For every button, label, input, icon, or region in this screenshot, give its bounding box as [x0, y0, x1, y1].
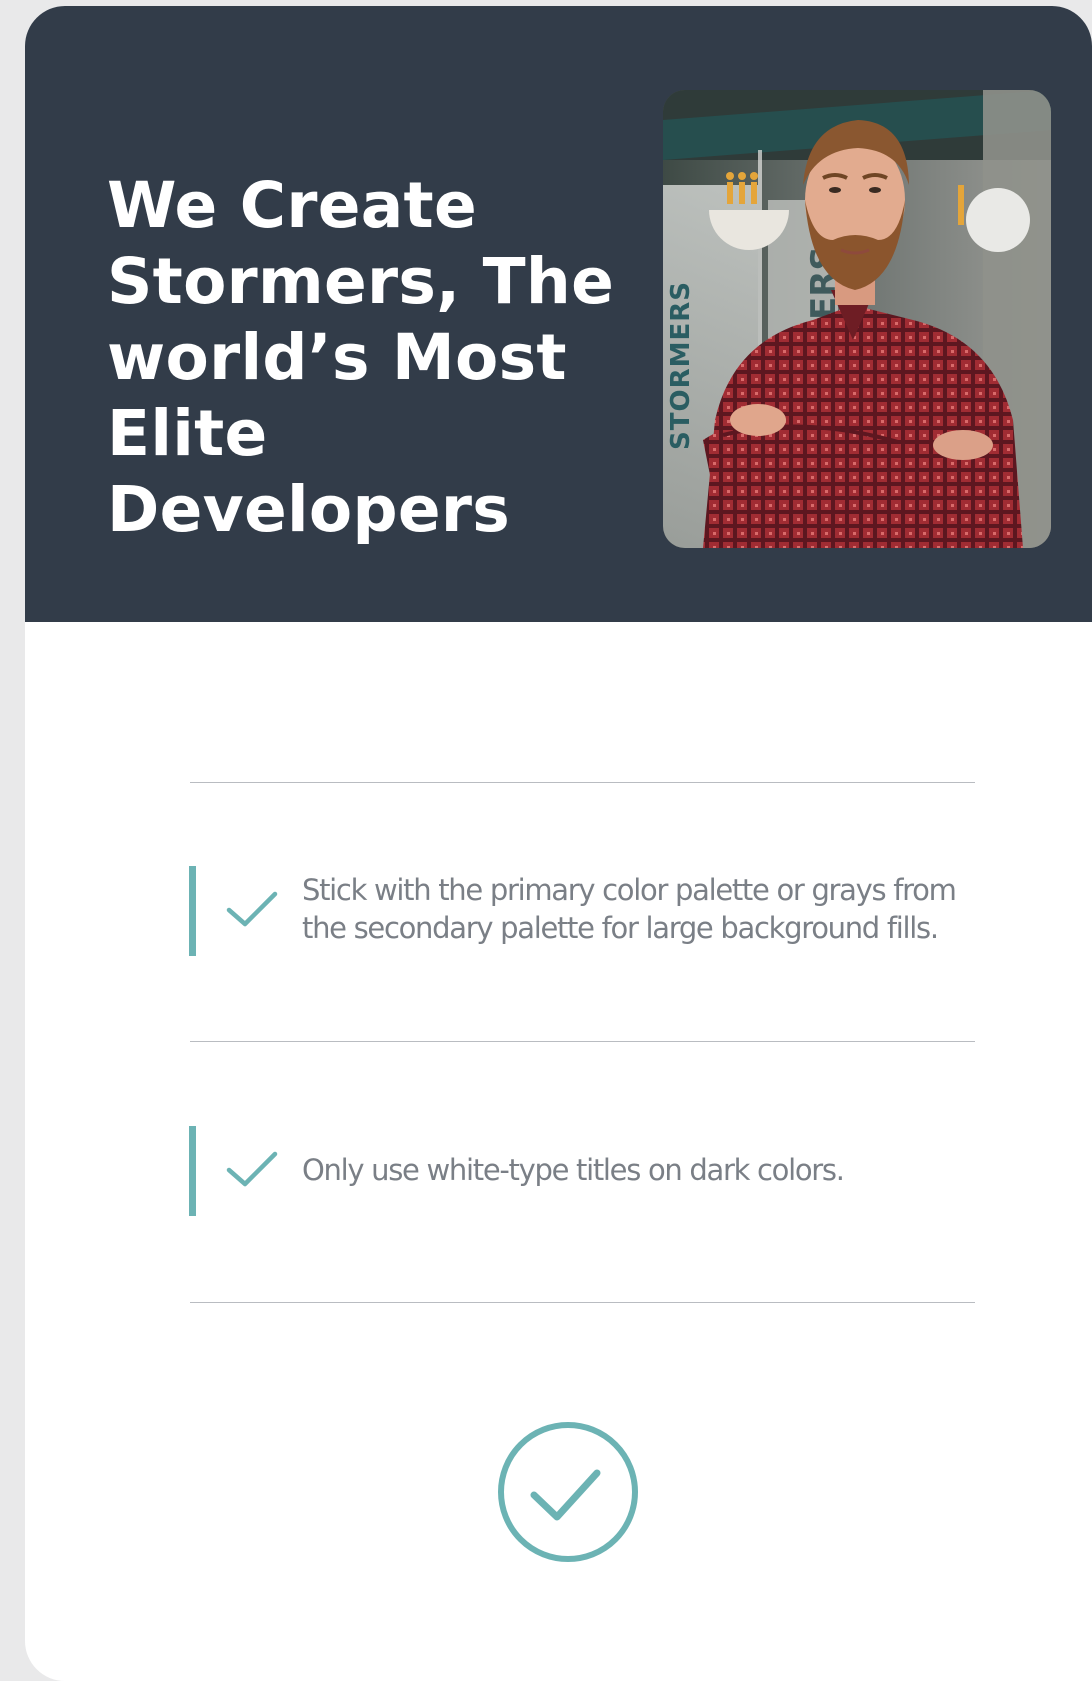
hero-banner: We Create Stormers, The world’s Most Eli… — [25, 6, 1092, 622]
guideline-accent-bar — [189, 1126, 196, 1216]
divider-middle — [190, 1041, 975, 1042]
guideline-item-1: Stick with the primary color palette or … — [189, 866, 989, 956]
developer-portrait-illustration: STORMERS ERS — [663, 90, 1051, 548]
check-icon — [226, 891, 278, 927]
hero-title: We Create Stormers, The world’s Most Eli… — [107, 169, 615, 546]
guideline-card: We Create Stormers, The world’s Most Eli… — [25, 6, 1092, 1681]
check-circle-icon — [498, 1422, 638, 1562]
divider-bottom — [190, 1302, 975, 1303]
divider-top — [190, 782, 975, 783]
check-icon — [226, 1151, 278, 1187]
guideline-text: Only use white-type titles on dark color… — [302, 1153, 845, 1187]
guideline-text: Stick with the primary color palette or … — [302, 873, 957, 945]
hero-photo: STORMERS ERS — [663, 90, 1051, 548]
photo-sign-text-left: STORMERS — [666, 281, 696, 450]
guideline-item-2: Only use white-type titles on dark color… — [189, 1126, 989, 1216]
guideline-accent-bar — [189, 866, 196, 956]
